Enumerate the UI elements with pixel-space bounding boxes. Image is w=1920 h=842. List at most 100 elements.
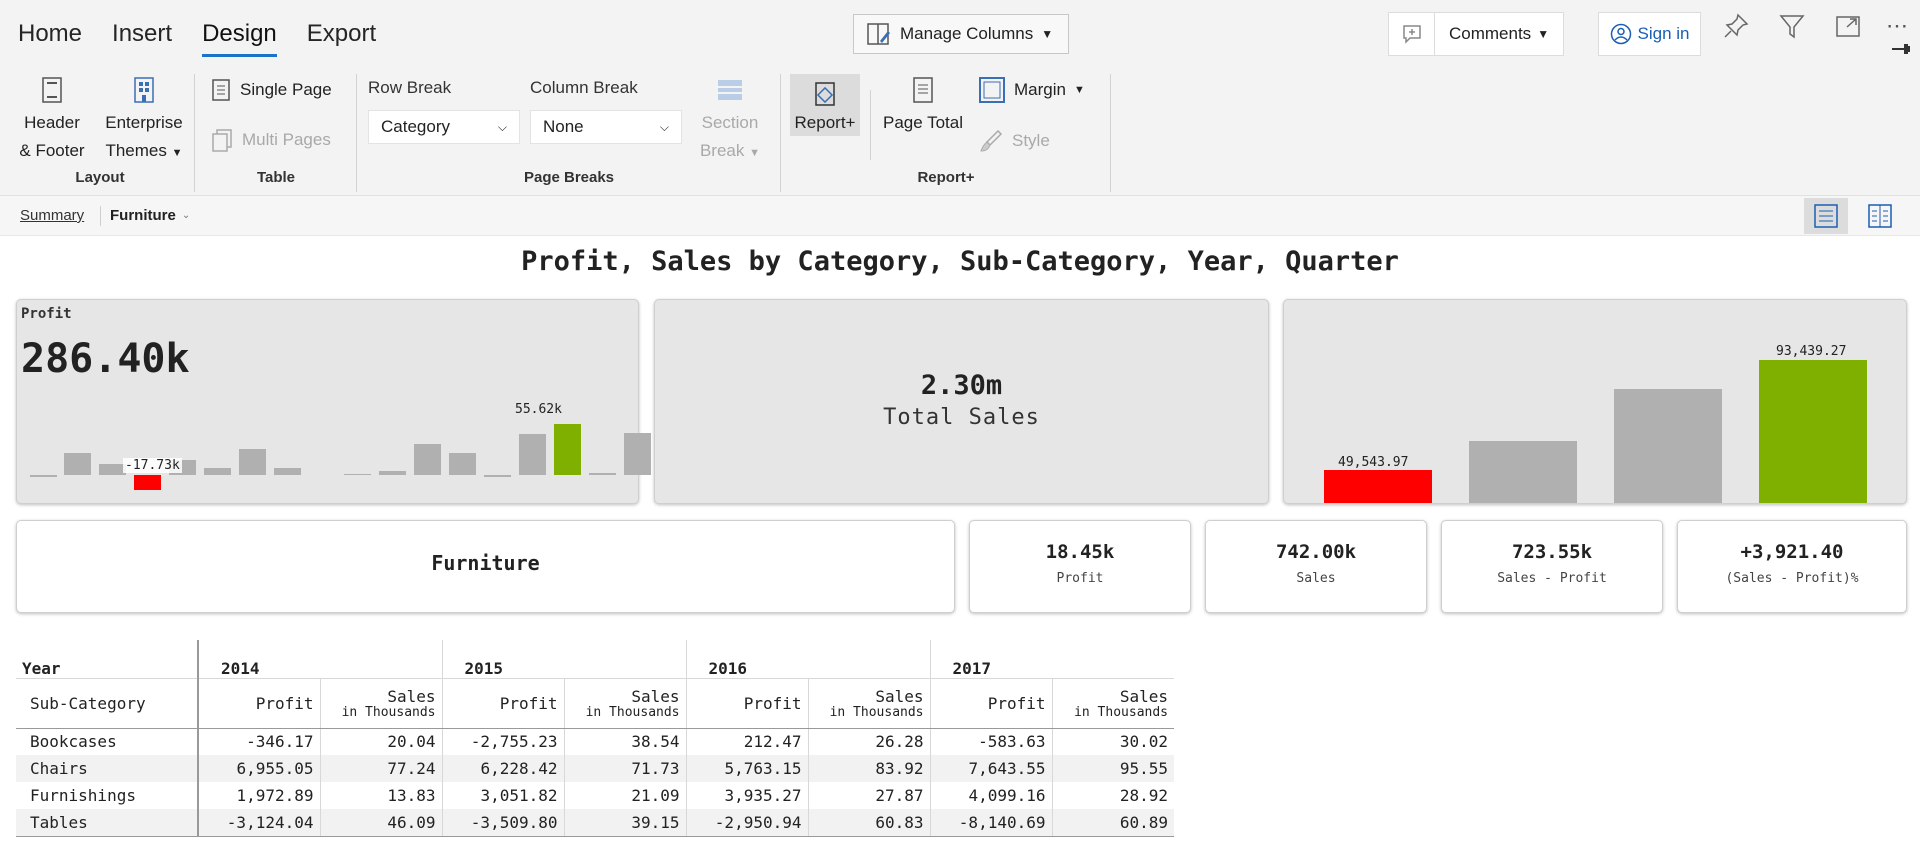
table-row[interactable]: Chairs 6,955.05 77.24 6,228.42 71.73 5,763.15… (16, 755, 1174, 782)
sales-header-unit: in Thousands (585, 704, 680, 720)
tab-design[interactable]: Design (202, 20, 277, 57)
year-2016-header[interactable]: 2016 (685, 640, 930, 679)
category-card[interactable]: Furniture (16, 520, 955, 613)
profit-column-header[interactable]: Profit (685, 678, 808, 729)
sales-cell: 71.73 (563, 755, 686, 782)
sales-cell: 83.92 (807, 755, 930, 782)
profit-bar[interactable] (624, 433, 651, 475)
table-row[interactable]: Bookcases -346.17 20.04 -2,755.23 38.54 212.4… (16, 728, 1174, 755)
page-total-button[interactable]: Page Total (880, 76, 966, 137)
ribbon: Home Insert Design Export Manage Columns… (0, 0, 1920, 196)
table-row[interactable]: Tables -3,124.04 46.09 -3,509.80 39.15 -2,950… (16, 809, 1174, 837)
stat-card-value: 723.55k (1511, 541, 1593, 563)
comments-label: Comments (1449, 24, 1532, 43)
breadcrumb-current[interactable]: Furniture ⌄ (110, 207, 190, 224)
sales-column-header[interactable]: Sales in Thousands (319, 678, 442, 729)
profit-bar[interactable] (379, 470, 406, 475)
sales-cell: 46.09 (319, 809, 442, 837)
yearly-sales-card[interactable]: 49,543.97 93,439.27 (1283, 299, 1907, 504)
profit-cell: -3,509.80 (441, 809, 564, 837)
profit-bar[interactable] (344, 473, 371, 475)
comments-button[interactable]: Comments ▼ (1435, 13, 1563, 55)
margin-button[interactable]: Margin ▼ (978, 76, 1085, 104)
sales-column-header[interactable]: Sales in Thousands (807, 678, 930, 729)
column-break-select[interactable]: None ⌵ (530, 110, 682, 144)
profit-kpi-value: 286.40k (21, 336, 190, 382)
profit-bar[interactable] (204, 468, 231, 475)
yearly-sales-bar[interactable] (1324, 470, 1432, 503)
pin-icon[interactable] (1718, 8, 1754, 44)
yearly-sales-bar[interactable] (1469, 441, 1577, 503)
profit-bar[interactable] (99, 464, 126, 475)
profit-column-header[interactable]: Profit (197, 678, 320, 729)
style-button[interactable]: Style (978, 128, 1050, 154)
profit-bar[interactable] (30, 475, 57, 478)
ribbon-pin-icon[interactable] (1890, 42, 1912, 56)
profit-bar[interactable] (414, 444, 441, 475)
section-break-button[interactable]: Section Break ▼ (690, 76, 770, 167)
profit-bar[interactable] (239, 448, 266, 475)
report-title: Profit, Sales by Category, Sub-Category,… (521, 246, 1399, 277)
enterprise-themes-button[interactable]: Enterprise Themes ▼ (100, 76, 188, 167)
stat-card-profit[interactable]: 18.45k Profit (969, 520, 1191, 613)
row-subcategory-name: Bookcases (30, 732, 117, 752)
multi-pages-button[interactable]: Multi Pages (210, 128, 331, 152)
profit-cell: -2,950.94 (685, 809, 808, 837)
tab-insert[interactable]: Insert (112, 20, 172, 57)
profit-bar[interactable] (484, 475, 511, 478)
more-options-icon[interactable]: ⋯ (1880, 8, 1916, 44)
year-2014-header[interactable]: 2014 (197, 640, 442, 679)
profit-column-header[interactable]: Profit (929, 678, 1052, 729)
profit-kpi-card[interactable]: Profit 286.40k -17.73k 55.62k (16, 299, 651, 504)
profit-column-header[interactable]: Profit (441, 678, 564, 729)
header-footer-icon (42, 77, 62, 103)
profit-bar[interactable] (134, 475, 161, 491)
enterprise-themes-label-2: Themes ▼ (100, 137, 188, 167)
profit-bar[interactable] (449, 453, 476, 475)
yearly-sales-bar[interactable] (1759, 360, 1867, 503)
page-total-label: Page Total (882, 113, 964, 132)
profit-bar[interactable] (64, 453, 91, 475)
sales-column-header[interactable]: Sales in Thousands (1051, 678, 1174, 729)
year-2017-header[interactable]: 2017 (929, 640, 1174, 679)
grid-view-button[interactable] (1858, 198, 1902, 234)
stat-card-sales-minus-profit-pct[interactable]: +3,921.40 (Sales - Profit)% (1677, 520, 1907, 613)
tab-home[interactable]: Home (18, 20, 82, 57)
manage-columns-button[interactable]: Manage Columns ▼ (853, 14, 1069, 54)
chevron-down-icon: ▼ (171, 147, 183, 159)
yearly-max-data-label: 93,439.27 (1776, 344, 1847, 359)
column-break-label: Column Break (530, 78, 638, 97)
sign-in-button[interactable]: Sign in (1598, 12, 1701, 56)
profit-kpi-label: Profit (21, 306, 72, 322)
add-comment-button[interactable] (1389, 13, 1435, 55)
breadcrumb-summary-link[interactable]: Summary (20, 207, 84, 224)
total-sales-card[interactable]: 2.30m Total Sales (654, 299, 1269, 504)
header-footer-button[interactable]: Header & Footer (10, 76, 94, 165)
sales-header-text: Sales (875, 686, 924, 706)
tab-export[interactable]: Export (307, 20, 376, 57)
ribbon-separator (1110, 74, 1111, 192)
multi-pages-icon (212, 129, 232, 152)
list-view-icon (1814, 204, 1838, 228)
style-label: Style (1012, 131, 1050, 150)
profit-bar[interactable] (554, 424, 581, 475)
single-page-button[interactable]: Single Page (210, 78, 332, 102)
stat-card-sales-minus-profit[interactable]: 723.55k Sales - Profit (1441, 520, 1663, 613)
profit-bar[interactable] (589, 472, 616, 475)
yearly-sales-bar[interactable] (1614, 389, 1722, 503)
profit-bar[interactable] (274, 468, 301, 475)
table-row[interactable]: Furnishings 1,972.89 13.83 3,051.82 21.09 3,9… (16, 782, 1174, 809)
stat-card-sales[interactable]: 742.00k Sales (1205, 520, 1427, 613)
filter-icon[interactable] (1774, 8, 1810, 44)
table-group: Single Page Multi Pages Table (200, 70, 352, 190)
sales-column-header[interactable]: Sales in Thousands (563, 678, 686, 729)
list-view-button[interactable] (1804, 198, 1848, 234)
report-plus-button[interactable]: Report+ (790, 74, 860, 136)
profit-bar[interactable] (519, 434, 546, 475)
year-2015-header[interactable]: 2015 (441, 640, 686, 679)
sales-cell: 77.24 (319, 755, 442, 782)
expand-icon[interactable] (1830, 8, 1866, 44)
add-comment-icon (1402, 25, 1421, 44)
profit-max-data-label: 55.62k (515, 402, 562, 417)
row-break-select[interactable]: Category ⌵ (368, 110, 520, 144)
